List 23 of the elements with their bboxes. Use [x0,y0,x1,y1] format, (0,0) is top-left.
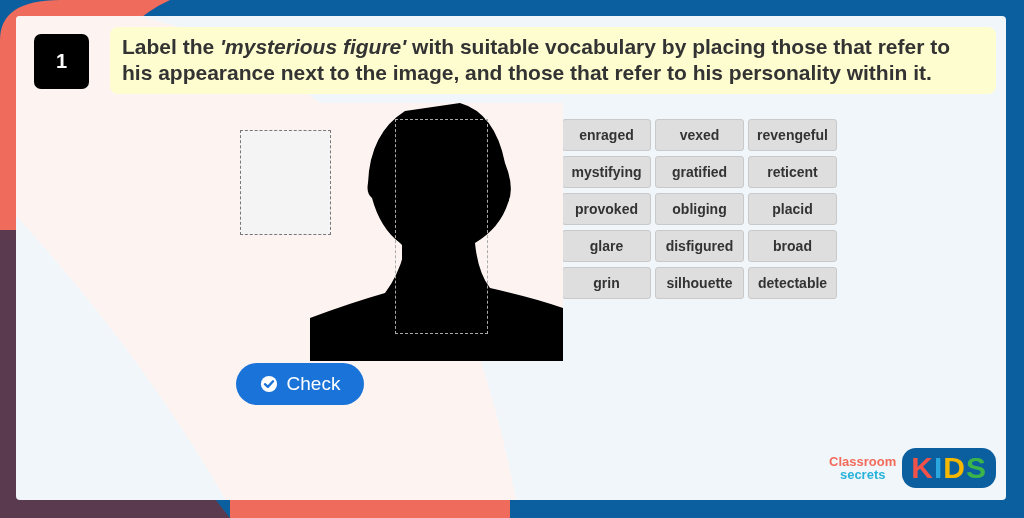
word-tile[interactable]: broad [748,230,837,262]
word-tile[interactable]: obliging [655,193,744,225]
logo-text: secrets [839,468,886,481]
word-tile[interactable]: mystifying [562,156,651,188]
drop-zone[interactable] [395,119,488,334]
logo-text: Classroom [829,455,897,468]
word-tile[interactable]: gratified [655,156,744,188]
check-button[interactable]: Check [236,363,364,405]
kids-logo: KIDS [902,448,996,488]
word-tile[interactable]: silhouette [655,267,744,299]
word-tile[interactable]: disfigured [655,230,744,262]
word-tile[interactable]: vexed [655,119,744,151]
word-tile[interactable]: detectable [748,267,837,299]
word-tile[interactable]: revengeful [748,119,837,151]
word-tile[interactable]: enraged [562,119,651,151]
word-tile[interactable]: grin [562,267,651,299]
check-icon [259,375,278,393]
question-number: 1 [34,34,89,89]
word-tile[interactable]: reticent [748,156,837,188]
question-text: Label the 'mysterious figure' with suitable vocabulary by placing those that refer to his appearance next to the image, and those that refer to his personality within it. [110,27,996,94]
word-tile[interactable]: placid [748,193,837,225]
word-tile[interactable]: glare [562,230,651,262]
word-tile[interactable]: provoked [562,193,651,225]
